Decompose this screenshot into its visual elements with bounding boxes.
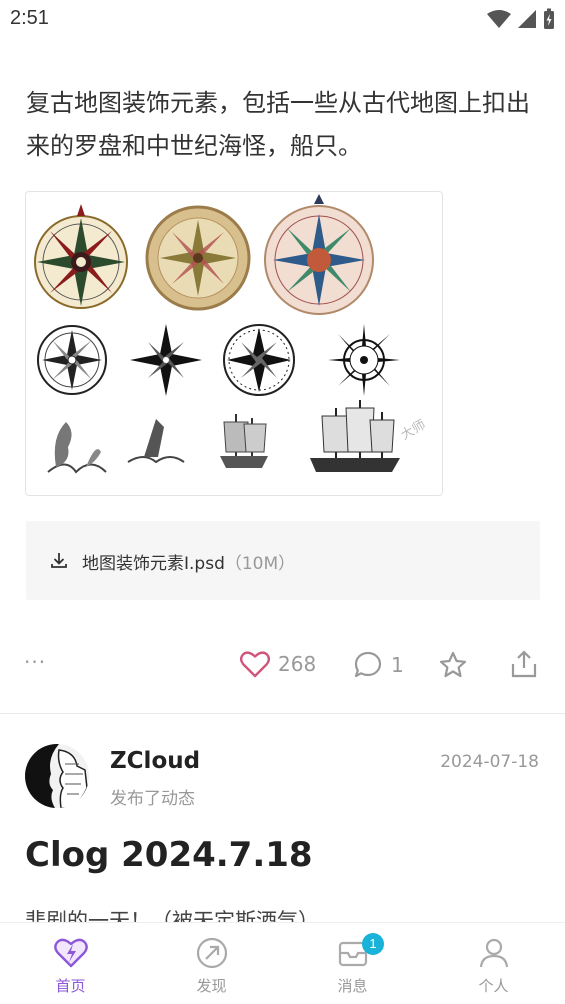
tab-label: 个人 — [478, 977, 509, 995]
sea-monster-1 — [47, 422, 107, 474]
download-icon — [51, 553, 67, 568]
signal-icon — [518, 10, 536, 28]
post-title[interactable]: Clog 2024.7.18 — [25, 835, 313, 875]
author-action: 发布了动态 — [110, 789, 195, 809]
star-icon — [439, 651, 467, 678]
map-decorations-illustration: 大师 — [34, 194, 429, 474]
post-image[interactable]: 大师 — [25, 191, 443, 496]
tab-discover[interactable]: 发现 — [141, 923, 282, 1004]
bottom-tab-bar: 首页 发现 1 消息 个人 — [0, 922, 565, 1004]
compass-rose-3 — [264, 194, 374, 315]
person-icon — [479, 938, 509, 968]
image-watermark: 大师 — [399, 417, 429, 443]
battery-icon — [544, 8, 554, 29]
status-icons — [487, 8, 555, 30]
attachment-filename: 地图装饰元素I.psd — [82, 554, 225, 574]
share-button[interactable] — [510, 649, 538, 683]
tab-label: 消息 — [337, 977, 368, 995]
wifi-icon — [487, 10, 511, 28]
share-icon — [511, 650, 537, 678]
compass-rose-4 — [37, 325, 107, 395]
post-actions: ··· 268 1 — [0, 640, 565, 690]
sailing-ship-2 — [310, 400, 400, 472]
sailing-ship-1 — [220, 414, 268, 468]
compass-rose-6 — [223, 324, 295, 396]
author-name[interactable]: ZCloud — [110, 748, 200, 774]
post-text: 复古地图装饰元素，包括一些从古代地图上扣出来的罗盘和中世纪海怪，船只。 — [26, 89, 530, 160]
tab-profile[interactable]: 个人 — [423, 923, 564, 1004]
compass-rose-1 — [34, 204, 128, 309]
heart-icon — [240, 651, 270, 678]
home-heart-icon — [54, 938, 88, 968]
unread-badge: 1 — [362, 933, 384, 955]
status-bar: 2:51 — [0, 0, 565, 40]
post-date: 2024-07-18 — [440, 752, 539, 772]
compass-rose-5 — [130, 324, 202, 396]
discover-compass-icon — [196, 937, 228, 969]
tab-label: 发现 — [196, 977, 227, 995]
comment-count: 1 — [391, 653, 404, 677]
like-count: 268 — [278, 652, 317, 676]
compass-rose-7 — [328, 324, 400, 396]
sea-monster-2 — [127, 419, 185, 464]
like-button[interactable]: 268 — [240, 650, 316, 678]
avatar-image — [25, 744, 89, 808]
comment-icon — [354, 651, 382, 678]
compass-rose-2 — [145, 205, 251, 311]
tab-home[interactable]: 首页 — [0, 923, 141, 1004]
more-button[interactable]: ··· — [24, 650, 46, 674]
comment-button[interactable]: 1 — [353, 650, 404, 680]
avatar[interactable] — [25, 744, 89, 808]
file-attachment[interactable]: 地图装饰元素I.psd（10M） — [26, 521, 540, 600]
tab-messages[interactable]: 1 消息 — [282, 923, 423, 1004]
status-time: 2:51 — [10, 7, 49, 29]
favorite-button[interactable] — [438, 650, 468, 684]
post-divider — [0, 713, 565, 714]
attachment-size: （10M） — [224, 554, 296, 574]
tab-label: 首页 — [55, 977, 86, 995]
